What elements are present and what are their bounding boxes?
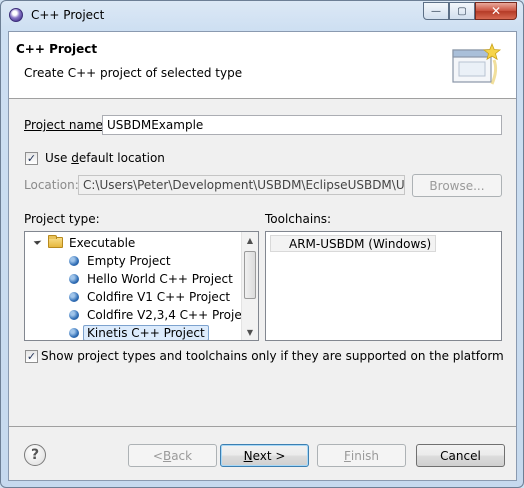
back-mnemonic: B (162, 448, 172, 463)
minimize-icon: — (431, 5, 441, 17)
scrollbar-thumb[interactable] (244, 251, 256, 299)
tree-item-label: Empty Project (87, 254, 171, 268)
back-button[interactable]: < Back (128, 444, 217, 467)
use-default-location-checkbox[interactable]: ✓ (25, 152, 38, 165)
button-bar-divider (9, 426, 516, 427)
use-default-label-mnemonic: d (71, 151, 79, 165)
eclipse-icon (9, 8, 23, 22)
location-input[interactable]: C:\Users\Peter\Development\USBDM\Eclipse… (78, 175, 405, 195)
project-name-label: Project name: (24, 118, 107, 132)
new-project-wizard-icon (452, 42, 502, 85)
wizard-title: C++ Project (16, 42, 98, 56)
minimize-button[interactable]: — (423, 2, 449, 20)
cancel-button[interactable]: Cancel (416, 444, 505, 467)
tree-item[interactable]: Hello World C++ Project (25, 270, 240, 288)
next-button[interactable]: Next > (220, 444, 309, 467)
tree-item[interactable]: Coldfire V1 C++ Project (25, 288, 240, 306)
next-mnemonic: N (243, 448, 253, 463)
dialog-client-area: C++ Project Create C++ project of select… (8, 31, 517, 481)
window-controls: — ▢ ✕ (423, 2, 517, 20)
close-button[interactable]: ✕ (475, 2, 517, 20)
toolchains-label: Toolchains: (265, 212, 332, 226)
close-icon: ✕ (490, 4, 502, 18)
blue-bullet-icon (69, 310, 79, 320)
tree-item[interactable]: Coldfire V2,3,4 C++ Project (25, 306, 253, 324)
location-label: Location: (24, 178, 79, 192)
back-prefix: < (152, 448, 163, 463)
dialog-window: C++ Project — ▢ ✕ C++ Project Create C++… (0, 0, 524, 488)
tree-item[interactable]: Empty Project (25, 252, 240, 270)
maximize-icon: ▢ (457, 5, 467, 17)
finish-mnemonic: F (343, 448, 351, 463)
show-supported-label: Show project types and toolchains only i… (41, 349, 504, 363)
tree-item-label: Coldfire V2,3,4 C++ Project (87, 308, 254, 322)
project-name-input[interactable]: USBDMExample (102, 115, 502, 135)
project-type-tree[interactable]: Executable Empty Project Hello World C++… (24, 231, 259, 341)
folder-icon (48, 235, 63, 248)
finish-rest: inish (350, 448, 380, 463)
back-rest: ack (171, 448, 193, 463)
wizard-description: Create C++ project of selected type (24, 66, 243, 80)
project-name-label-text: Project name: (24, 118, 107, 132)
tree-item-label: Kinetis C++ Project (83, 325, 209, 340)
show-supported-checkbox[interactable]: ✓ (25, 350, 38, 363)
use-default-location-label: Use default location (45, 151, 165, 165)
project-type-label: Project type: (24, 212, 100, 226)
use-default-label-post: efault location (78, 151, 165, 165)
toolchains-list[interactable]: ARM-USBDM (Windows) (265, 231, 502, 341)
next-rest: ext > (252, 448, 286, 463)
blue-bullet-icon (69, 292, 79, 302)
tree-vertical-scrollbar[interactable]: ▲ ▼ (241, 232, 258, 340)
blue-bullet-icon (69, 274, 79, 284)
tree-item-label: Hello World C++ Project (87, 272, 233, 286)
wizard-header: C++ Project Create C++ project of select… (9, 32, 516, 99)
maximize-button[interactable]: ▢ (449, 2, 475, 20)
use-default-label-pre: Use (45, 151, 72, 165)
blue-bullet-icon (69, 328, 79, 338)
browse-button[interactable]: Browse... (412, 174, 502, 197)
tree-folder-executable[interactable]: Executable (25, 234, 240, 252)
blue-bullet-icon (69, 256, 79, 266)
toolchain-item[interactable]: ARM-USBDM (Windows) (270, 235, 437, 252)
tree-folder-label: Executable (69, 236, 136, 250)
collapse-arrow-icon[interactable] (33, 237, 42, 245)
tree-item-selected[interactable]: Kinetis C++ Project (25, 324, 240, 340)
finish-button[interactable]: Finish (317, 444, 406, 467)
title-bar[interactable]: C++ Project — ▢ ✕ (1, 1, 523, 31)
scroll-down-arrow-icon[interactable]: ▼ (242, 324, 258, 340)
help-icon[interactable]: ? (24, 444, 46, 466)
window-title: C++ Project (31, 8, 105, 22)
scroll-up-arrow-icon[interactable]: ▲ (242, 232, 258, 248)
tree-item-label: Coldfire V1 C++ Project (87, 290, 231, 304)
